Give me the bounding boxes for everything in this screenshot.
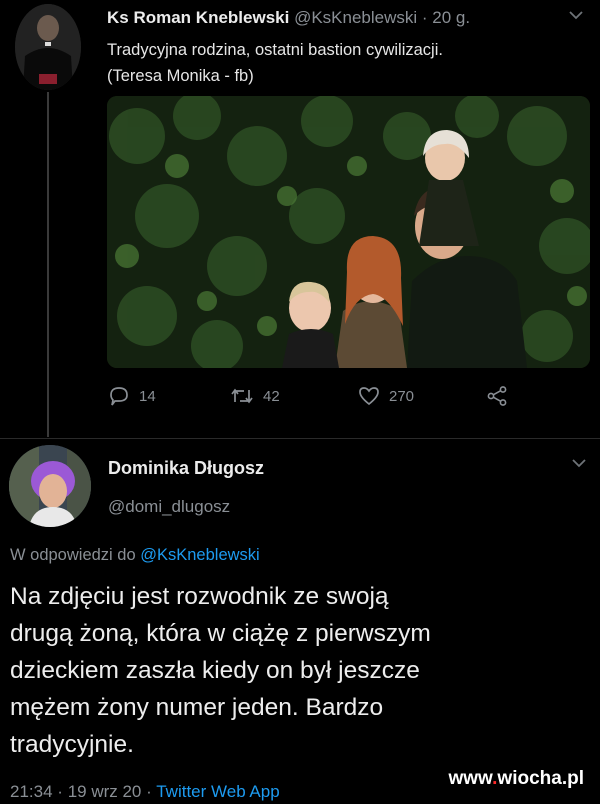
author-handle[interactable]: @KsKneblewski [294, 8, 417, 27]
watermark-name: wiocha [497, 768, 562, 789]
retweet-button[interactable]: 42 [229, 384, 280, 408]
reply-text-line: Na zdjęciu jest rozwodnik ze swoją [10, 583, 389, 610]
reply-text-line: dzieckiem zaszła kiedy on był jeszcze [10, 657, 420, 684]
reply-prefix: W odpowiedzi do [10, 546, 136, 564]
reply-meta: 21:34 · 19 wrz 20 · Twitter Web App [10, 782, 280, 802]
reply-avatar-image [9, 445, 91, 527]
reply-author-avatar[interactable] [9, 445, 91, 527]
author-name[interactable]: Ks Roman Kneblewski [107, 8, 289, 27]
tweet-menu-button[interactable] [567, 8, 585, 27]
watermark-www: www [448, 768, 493, 789]
author-avatar-image [15, 4, 81, 90]
chevron-down-icon [569, 11, 583, 20]
meta-dot: · [57, 782, 63, 801]
tweet-header: Ks Roman Kneblewski @KsKneblewski · 20 g… [107, 8, 470, 28]
watermark-tld: .pl [561, 768, 584, 789]
author-avatar[interactable] [15, 4, 81, 90]
replying-to: W odpowiedzi do @KsKneblewski [10, 546, 260, 565]
tweet-actions: 14 42 270 [107, 384, 527, 416]
reply-icon [110, 387, 128, 406]
site-watermark: www.wiocha.pl [449, 768, 585, 790]
reply-text-line: tradycyjnie. [10, 731, 134, 758]
chevron-down-icon [572, 459, 586, 468]
meta-dot: · [146, 782, 152, 801]
share-icon [487, 386, 507, 406]
reply-author-name[interactable]: Dominika Długosz [108, 458, 264, 479]
thread-connector-line [47, 92, 49, 437]
like-icon [359, 387, 379, 406]
reply-count: 14 [139, 387, 156, 405]
reply-mention-link[interactable]: @KsKneblewski [140, 546, 259, 564]
retweet-icon [231, 388, 253, 404]
reply-text-line: mężem żony numer jeden. Bardzo [10, 694, 384, 721]
reply-text-line: drugą żoną, która w ciążę z pierwszym [10, 620, 431, 647]
reply-author-handle[interactable]: @domi_dlugosz [108, 497, 230, 517]
separator-dot: · [421, 8, 428, 27]
retweet-count: 42 [263, 387, 280, 405]
tweet-text-line: Tradycyjna rodzina, ostatni bastion cywi… [107, 41, 443, 59]
tweet-divider [0, 438, 600, 439]
like-button[interactable]: 270 [357, 384, 414, 408]
tweet-time[interactable]: 20 g. [432, 8, 470, 27]
reply-source-app-link[interactable]: Twitter Web App [156, 782, 279, 801]
reply-menu-button[interactable] [570, 456, 588, 475]
like-count: 270 [389, 387, 415, 405]
tweet-photo[interactable] [107, 96, 590, 368]
tweet-text-line: (Teresa Monika - fb) [107, 67, 254, 85]
reply-time[interactable]: 21:34 [10, 782, 53, 801]
share-button[interactable] [485, 384, 509, 408]
reply-button[interactable]: 14 [107, 384, 156, 408]
reply-date[interactable]: 19 wrz 20 [68, 782, 142, 801]
family-photo-image [107, 96, 590, 368]
reply-text: Na zdjęciu jest rozwodnik ze swoją drugą… [10, 578, 590, 763]
tweet-text: Tradycyjna rodzina, ostatni bastion cywi… [107, 37, 577, 89]
